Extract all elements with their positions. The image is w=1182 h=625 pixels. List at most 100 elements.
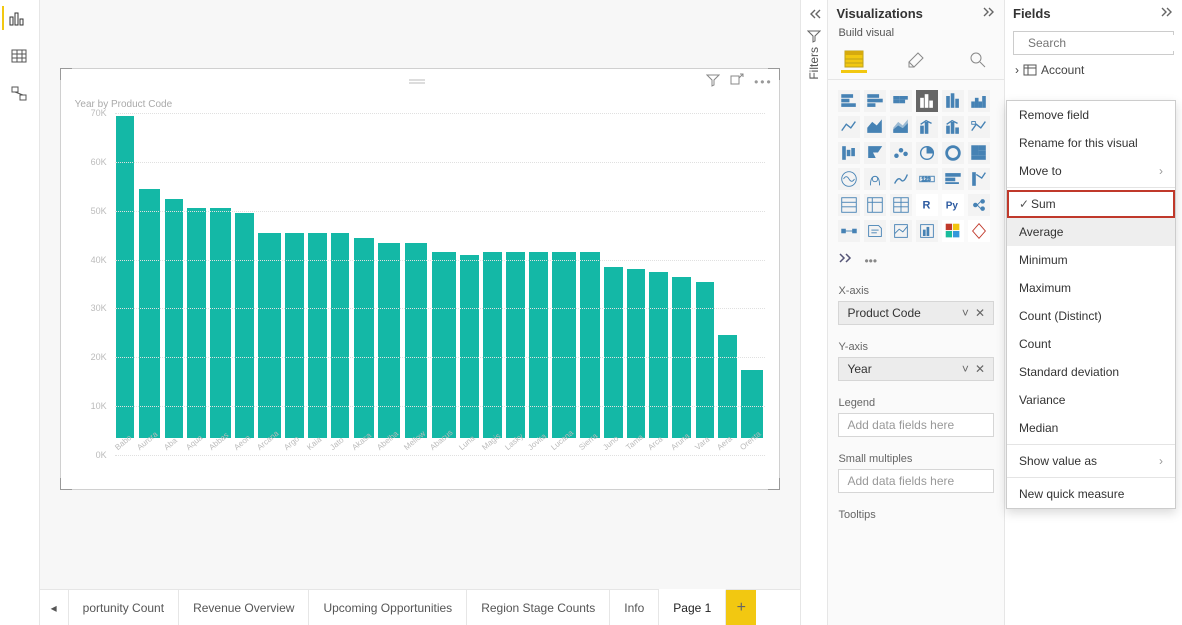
page-tab[interactable]: Revenue Overview (179, 590, 309, 625)
bar[interactable]: Aeon (234, 113, 255, 455)
bar[interactable]: Tama (626, 113, 647, 455)
bar[interactable]: Magis (482, 113, 503, 455)
chevron-down-icon[interactable]: ˅ (962, 362, 969, 376)
resize-handle-br[interactable] (768, 478, 780, 490)
data-view-button[interactable] (5, 44, 33, 68)
viz-type[interactable] (916, 220, 938, 242)
fields-search[interactable] (1013, 31, 1174, 55)
viz-type[interactable] (916, 142, 938, 164)
collapse-visualizations-icon[interactable] (982, 6, 996, 21)
viz-type[interactable] (864, 142, 886, 164)
bar[interactable]: Jovita (528, 113, 549, 455)
ctx-stddev[interactable]: Standard deviation (1007, 358, 1175, 386)
viz-type[interactable] (864, 194, 886, 216)
ctx-count-distinct[interactable]: Count (Distinct) (1007, 302, 1175, 330)
bar[interactable]: Aera (717, 113, 738, 455)
ctx-variance[interactable]: Variance (1007, 386, 1175, 414)
x-axis-well[interactable]: Product Code ˅✕ (838, 301, 994, 325)
viz-type[interactable] (916, 116, 938, 138)
bar[interactable]: Luna (459, 113, 480, 455)
bar[interactable]: Juno (603, 113, 624, 455)
ctx-maximum[interactable]: Maximum (1007, 274, 1175, 302)
report-view-button[interactable] (2, 6, 30, 30)
viz-type[interactable] (968, 194, 990, 216)
ctx-count[interactable]: Count (1007, 330, 1175, 358)
fields-search-input[interactable] (1026, 35, 1182, 51)
chevron-down-icon[interactable]: ˅ (962, 306, 969, 320)
viz-type[interactable] (968, 168, 990, 190)
remove-y-field-icon[interactable]: ✕ (975, 362, 985, 376)
page-tab[interactable]: Region Stage Counts (467, 590, 610, 625)
viz-type[interactable] (890, 220, 912, 242)
viz-type[interactable] (890, 194, 912, 216)
bar[interactable]: Aqua (186, 113, 207, 455)
viz-type[interactable] (838, 142, 860, 164)
focus-mode-icon[interactable] (730, 73, 744, 90)
bar[interactable]: Kaia (307, 113, 328, 455)
viz-type[interactable] (942, 220, 964, 242)
resize-handle-bl[interactable] (60, 478, 72, 490)
ctx-average[interactable]: Average (1007, 218, 1175, 246)
viz-type[interactable] (838, 220, 860, 242)
viz-type[interactable] (838, 194, 860, 216)
viz-type[interactable] (916, 90, 938, 112)
build-tab-format[interactable] (903, 47, 929, 73)
expand-filters-icon[interactable] (807, 8, 821, 23)
remove-x-field-icon[interactable]: ✕ (975, 306, 985, 320)
bar[interactable]: Arca (648, 113, 669, 455)
expand-viz-icon[interactable] (838, 252, 856, 269)
viz-type[interactable]: R (916, 194, 938, 216)
viz-type[interactable] (942, 142, 964, 164)
more-viz-icon[interactable]: ••• (864, 254, 877, 268)
viz-type[interactable] (968, 116, 990, 138)
ctx-move-to[interactable]: Move to› (1007, 157, 1175, 185)
viz-type[interactable] (968, 220, 990, 242)
viz-type[interactable] (838, 90, 860, 112)
bar[interactable]: Orenta (740, 113, 764, 455)
ctx-median[interactable]: Median (1007, 414, 1175, 442)
filter-icon[interactable] (706, 73, 720, 90)
bar[interactable]: Babo (115, 113, 136, 455)
viz-type[interactable] (942, 90, 964, 112)
viz-type[interactable] (864, 220, 886, 242)
viz-type[interactable] (864, 168, 886, 190)
legend-well[interactable]: Add data fields here (838, 413, 994, 437)
viz-type[interactable] (890, 90, 912, 112)
chart-visual[interactable]: ••• Year by Product Code 70K60K50K40K30K… (60, 68, 780, 490)
viz-type[interactable] (864, 116, 886, 138)
more-options-icon[interactable]: ••• (754, 75, 773, 89)
ctx-new-quick-measure[interactable]: New quick measure (1007, 480, 1175, 508)
bar[interactable]: Aurora (137, 113, 161, 455)
collapse-fields-icon[interactable] (1160, 6, 1174, 21)
bar[interactable]: Akasa (352, 113, 374, 455)
bar[interactable]: Abelha (377, 113, 402, 455)
page-tab[interactable]: Upcoming Opportunities (309, 590, 467, 625)
bar[interactable]: Abbas (209, 113, 232, 455)
page-tab[interactable]: Info (610, 590, 659, 625)
build-tab-analytics[interactable] (965, 47, 991, 73)
viz-type[interactable] (942, 116, 964, 138)
model-view-button[interactable] (5, 82, 33, 106)
build-tab-fields[interactable] (841, 47, 867, 73)
viz-type[interactable] (968, 142, 990, 164)
small-multiples-well[interactable]: Add data fields here (838, 469, 994, 493)
bar[interactable]: Aruna (671, 113, 692, 455)
viz-type[interactable] (864, 90, 886, 112)
bar[interactable]: Vara (695, 113, 716, 455)
viz-type[interactable] (890, 142, 912, 164)
ctx-show-value-as[interactable]: Show value as› (1007, 447, 1175, 475)
ctx-sum[interactable]: ✓Sum (1007, 190, 1175, 218)
page-tab[interactable]: Page 1 (659, 589, 726, 625)
viz-type[interactable]: Py (942, 194, 964, 216)
page-tab[interactable]: portunity Count (69, 590, 179, 625)
viz-type[interactable] (890, 168, 912, 190)
viz-type[interactable] (968, 90, 990, 112)
bar[interactable]: Jato (330, 113, 351, 455)
viz-type[interactable] (838, 116, 860, 138)
bar[interactable]: Abacus (430, 113, 457, 455)
bar[interactable]: Argo (284, 113, 305, 455)
add-page-button[interactable]: + (726, 590, 756, 625)
ctx-rename[interactable]: Rename for this visual (1007, 129, 1175, 157)
bar[interactable]: Lucana (551, 113, 577, 455)
ctx-minimum[interactable]: Minimum (1007, 246, 1175, 274)
